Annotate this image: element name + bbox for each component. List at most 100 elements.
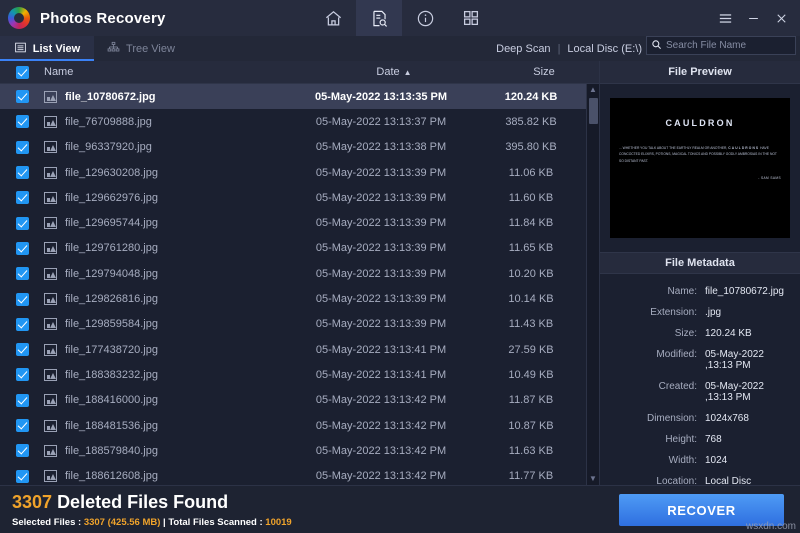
table-row[interactable]: file_129859584.jpg 05-May-2022 13:13:39 P… (0, 312, 586, 337)
row-size-cell: 11.06 KB (508, 166, 554, 179)
table-row[interactable]: file_129630208.jpg 05-May-2022 13:13:39 P… (0, 160, 586, 185)
column-header-name[interactable]: Name (44, 66, 299, 78)
column-header-size[interactable]: Size (489, 66, 599, 78)
image-file-icon (44, 191, 57, 204)
image-file-icon (44, 293, 57, 306)
table-row[interactable]: file_76709888.jpg 05-May-2022 13:13:37 PM… (0, 109, 586, 134)
image-file-icon (44, 318, 57, 331)
row-date-cell: 05-May-2022 13:13:41 PM (315, 343, 447, 356)
image-file-icon (44, 394, 57, 407)
table-row[interactable]: file_188383232.jpg 05-May-2022 13:13:41 P… (0, 362, 586, 387)
table-row[interactable]: file_129826816.jpg 05-May-2022 13:13:39 P… (0, 286, 586, 311)
scan-document-icon (370, 9, 389, 28)
image-file-icon (44, 166, 57, 179)
metadata-row: Name: file_10780672.jpg (600, 286, 792, 297)
checkbox-icon (15, 267, 29, 281)
row-name-cell: file_188612608.jpg (44, 470, 286, 483)
scroll-up-icon[interactable]: ▲ (589, 86, 597, 94)
row-checkbox[interactable] (0, 368, 44, 382)
row-date-cell: 05-May-2022 13:13:39 PM (315, 318, 447, 331)
close-button[interactable] (768, 3, 794, 33)
table-row[interactable]: file_188481536.jpg 05-May-2022 13:13:42 P… (0, 413, 586, 438)
image-file-icon (44, 141, 57, 154)
metadata-key: Created: (658, 381, 697, 392)
select-all-checkbox[interactable] (0, 65, 44, 79)
row-file-name: file_10780672.jpg (65, 90, 156, 103)
row-checkbox[interactable] (0, 166, 44, 180)
image-file-icon (44, 444, 57, 457)
row-size-cell: 11.87 KB (508, 394, 554, 407)
table-row[interactable]: file_10780672.jpg 05-May-2022 13:13:35 PM… (0, 84, 586, 110)
row-checkbox[interactable] (0, 317, 44, 331)
search-box[interactable]: ✕ (646, 36, 798, 55)
column-header-date[interactable]: Date ▲ (299, 66, 489, 78)
row-checkbox[interactable] (0, 343, 44, 357)
metadata-value-group: 05-May-2022 ,13:13 PM (705, 349, 792, 371)
row-date-cell: 05-May-2022 13:13:39 PM (315, 191, 447, 204)
metadata-row: Extension: .jpg (600, 307, 792, 318)
nav-icon-group (310, 0, 494, 36)
row-file-name: file_129794048.jpg (65, 267, 158, 280)
table-row[interactable]: file_129794048.jpg 05-May-2022 13:13:39 P… (0, 261, 586, 286)
table-row[interactable]: file_96337920.jpg 05-May-2022 13:13:38 PM… (0, 135, 586, 160)
row-size-cell: 11.60 KB (508, 191, 554, 204)
metadata-row: Height: 768 (600, 434, 792, 445)
table-row[interactable]: file_129695744.jpg 05-May-2022 13:13:39 P… (0, 210, 586, 235)
tab-tree-view[interactable]: Tree View (94, 36, 188, 61)
scan-info: Deep Scan | Local Disc (E:\) (496, 36, 646, 61)
app-logo-icon (8, 7, 30, 29)
metadata-key: Modified: (656, 349, 697, 360)
metadata-row: Created: 05-May-2022 ,13:13 PM (600, 381, 792, 403)
image-file-icon (44, 115, 57, 128)
file-list-scrollbar[interactable]: ▲ ▼ (586, 84, 599, 485)
metadata-value: 768 (705, 434, 722, 445)
home-button[interactable] (310, 0, 356, 36)
image-file-icon (44, 267, 57, 280)
row-checkbox[interactable] (0, 241, 44, 255)
scan-button[interactable] (356, 0, 402, 36)
row-date-cell: 05-May-2022 13:13:39 PM (315, 267, 447, 280)
metadata-row: Size: 120.24 KB (600, 328, 792, 339)
row-checkbox[interactable] (0, 469, 44, 483)
row-name-cell: file_129794048.jpg (44, 267, 286, 280)
row-checkbox[interactable] (0, 267, 44, 281)
table-row[interactable]: file_129761280.jpg 05-May-2022 13:13:39 P… (0, 236, 586, 261)
row-checkbox[interactable] (0, 140, 44, 154)
scroll-down-icon[interactable]: ▼ (589, 475, 597, 483)
checkbox-icon (15, 393, 29, 407)
row-checkbox[interactable] (0, 115, 44, 129)
preview-image-body: ... WHETHER YOU TALK ABOUT THE EARTHLY R… (619, 145, 781, 164)
row-checkbox[interactable] (0, 444, 44, 458)
deleted-files-found: 3307 Deleted Files Found (12, 492, 292, 513)
grid-button[interactable] (448, 0, 494, 36)
metadata-value: 1024x768 (705, 413, 749, 424)
table-row[interactable]: file_188416000.jpg 05-May-2022 13:13:42 P… (0, 388, 586, 413)
row-checkbox[interactable] (0, 90, 44, 104)
tab-bar: List View Tree View Deep Scan | Local Di… (0, 36, 800, 61)
minimize-button[interactable] (740, 3, 766, 33)
preview-image-signature: - SAM SAMS (758, 176, 781, 181)
row-size-cell: 10.14 KB (508, 293, 554, 306)
tab-list-view[interactable]: List View (0, 36, 94, 61)
row-checkbox[interactable] (0, 216, 44, 230)
search-input[interactable] (666, 40, 798, 51)
scrollbar-thumb[interactable] (589, 98, 598, 124)
table-row[interactable]: file_188612608.jpg 05-May-2022 13:13:42 P… (0, 463, 586, 485)
table-row[interactable]: file_129662976.jpg 05-May-2022 13:13:39 P… (0, 185, 586, 210)
metadata-value: .jpg (705, 307, 722, 318)
table-row[interactable]: file_188579840.jpg 05-May-2022 13:13:42 P… (0, 438, 586, 463)
main-body: Name Date ▲ Size file_10780672.jpg 05-May-… (0, 61, 800, 509)
table-row[interactable]: file_177438720.jpg 05-May-2022 13:13:41 P… (0, 337, 586, 362)
image-file-icon (44, 419, 57, 432)
metadata-row: Modified: 05-May-2022 ,13:13 PM (600, 349, 792, 371)
row-checkbox[interactable] (0, 419, 44, 432)
info-button[interactable] (402, 0, 448, 36)
row-date-cell: 05-May-2022 13:13:42 PM (315, 444, 447, 457)
row-file-name: file_129695744.jpg (65, 217, 158, 230)
row-checkbox[interactable] (0, 393, 44, 407)
hamburger-menu-button[interactable] (712, 3, 738, 33)
row-checkbox[interactable] (0, 191, 44, 205)
row-size-cell: 11.65 KB (508, 242, 554, 255)
row-checkbox[interactable] (0, 292, 44, 306)
checkbox-icon (15, 444, 29, 458)
